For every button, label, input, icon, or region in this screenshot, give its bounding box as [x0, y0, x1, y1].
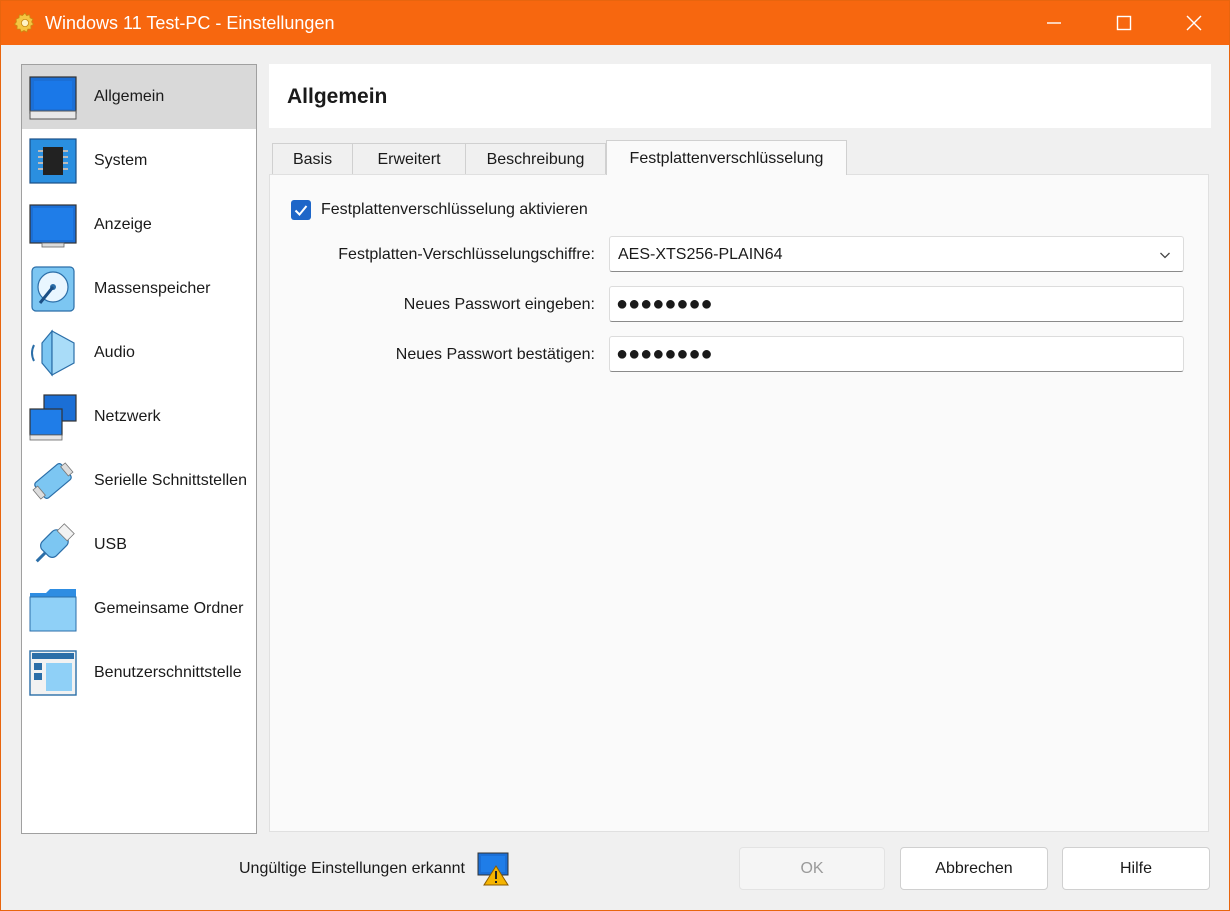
sidebar-item-label: USB — [94, 536, 127, 554]
settings-window: Windows 11 Test-PC - Einstellungen Allge… — [0, 0, 1230, 911]
sidebar-item-system[interactable]: System — [22, 129, 256, 193]
general-monitor-icon — [28, 73, 78, 121]
usb-icon — [28, 521, 78, 569]
chip-icon — [28, 137, 78, 185]
tab-content-panel — [269, 174, 1209, 832]
new-password-value: ●●●●●●●● — [616, 293, 713, 316]
sidebar-item-benutzerschnittstelle[interactable]: Benutzerschnittstelle — [22, 641, 256, 705]
new-password-label: Neues Passwort eingeben: — [404, 296, 595, 314]
settings-category-list[interactable]: Allgemein System Anzeige — [21, 64, 257, 834]
help-button[interactable]: Hilfe — [1062, 847, 1210, 890]
sidebar-item-label: Anzeige — [94, 216, 152, 234]
confirm-password-value: ●●●●●●●● — [616, 343, 713, 366]
ok-button[interactable]: OK — [739, 847, 885, 890]
tab-festplattenverschluesselung[interactable]: Festplattenverschlüsselung — [606, 140, 847, 175]
minimize-button[interactable] — [1019, 1, 1089, 45]
sidebar-item-massenspeicher[interactable]: Massenspeicher — [22, 257, 256, 321]
user-interface-icon — [28, 649, 78, 697]
cancel-button[interactable]: Abbrechen — [900, 847, 1048, 890]
close-button[interactable] — [1159, 1, 1229, 45]
confirm-password-field[interactable]: ●●●●●●●● — [609, 336, 1184, 372]
chevron-down-icon — [1159, 249, 1171, 261]
checkmark-icon — [291, 200, 311, 220]
enable-encryption-label[interactable]: Festplattenverschlüsselung aktivieren — [321, 201, 588, 219]
storage-disk-icon — [28, 265, 78, 313]
tab-erweitert[interactable]: Erweitert — [352, 143, 466, 174]
title-bar[interactable]: Windows 11 Test-PC - Einstellungen — [1, 1, 1229, 45]
tab-beschreibung[interactable]: Beschreibung — [465, 143, 606, 174]
cipher-value: AES-XTS256-PLAIN64 — [618, 246, 783, 264]
close-icon — [1185, 14, 1203, 32]
gear-icon — [13, 11, 37, 35]
tab-basis[interactable]: Basis — [272, 143, 353, 174]
page-header: Allgemein — [269, 64, 1211, 128]
invalid-settings-status: Ungültige Einstellungen erkannt — [239, 860, 465, 878]
minimize-icon — [1045, 14, 1063, 32]
sidebar-item-netzwerk[interactable]: Netzwerk — [22, 385, 256, 449]
sidebar-item-serielle-schnittstellen[interactable]: Serielle Schnittstellen — [22, 449, 256, 513]
display-icon — [28, 201, 78, 249]
sidebar-item-audio[interactable]: Audio — [22, 321, 256, 385]
sidebar-item-label: Benutzerschnittstelle — [94, 664, 242, 682]
sidebar-item-label: Massenspeicher — [94, 280, 211, 298]
sidebar-item-allgemein[interactable]: Allgemein — [22, 65, 256, 129]
cipher-label: Festplatten-Verschlüsselungschiffre: — [338, 246, 595, 264]
sidebar-item-anzeige[interactable]: Anzeige — [22, 193, 256, 257]
confirm-password-label: Neues Passwort bestätigen: — [396, 346, 595, 364]
folder-icon — [28, 585, 78, 633]
new-password-field[interactable]: ●●●●●●●● — [609, 286, 1184, 322]
sidebar-item-label: Gemeinsame Ordner — [94, 600, 243, 618]
sidebar-item-label: Audio — [94, 344, 135, 362]
sidebar-item-label: Netzwerk — [94, 408, 161, 426]
warning-icon[interactable] — [476, 852, 510, 886]
cipher-select[interactable]: AES-XTS256-PLAIN64 — [609, 236, 1184, 272]
maximize-button[interactable] — [1089, 1, 1159, 45]
network-icon — [28, 393, 78, 441]
serial-port-icon — [28, 457, 78, 505]
page-title: Allgemein — [287, 85, 387, 109]
sidebar-item-label: Allgemein — [94, 88, 164, 106]
enable-encryption-checkbox[interactable] — [291, 200, 311, 220]
sidebar-item-label: Serielle Schnittstellen — [94, 472, 247, 490]
sidebar-item-usb[interactable]: USB — [22, 513, 256, 577]
window-title: Windows 11 Test-PC - Einstellungen — [45, 13, 334, 34]
speaker-icon — [28, 329, 78, 377]
maximize-icon — [1115, 14, 1133, 32]
sidebar-item-label: System — [94, 152, 147, 170]
sidebar-item-gemeinsame-ordner[interactable]: Gemeinsame Ordner — [22, 577, 256, 641]
